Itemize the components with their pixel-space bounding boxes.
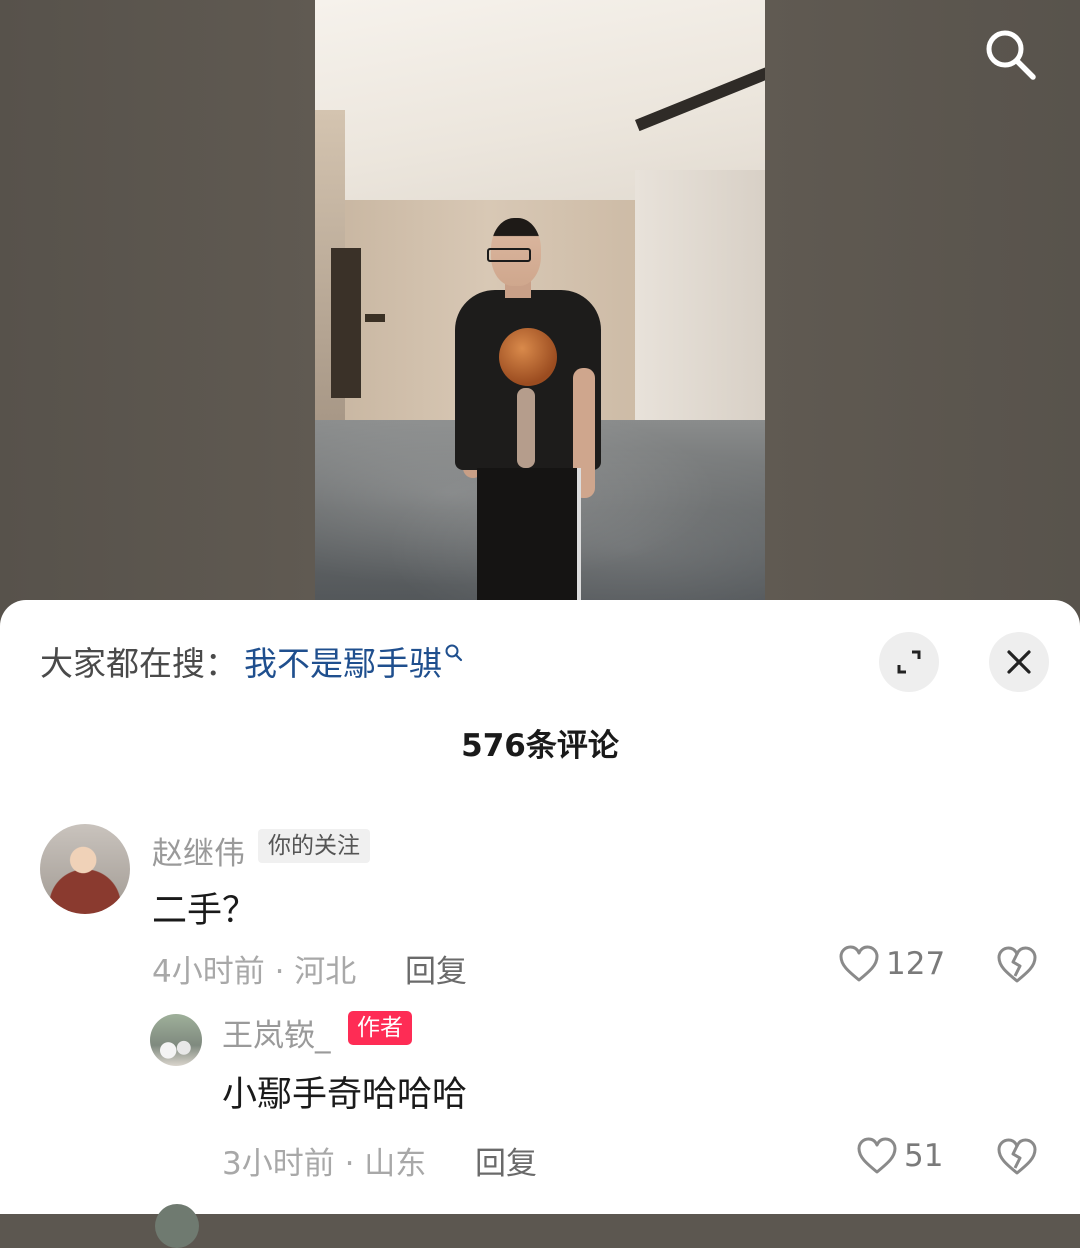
broken-heart-icon[interactable] [996, 944, 1038, 986]
hot-search-term-link[interactable]: 我不是鄢手骐 [244, 637, 442, 685]
broken-heart-icon[interactable] [996, 1136, 1038, 1178]
close-button[interactable] [989, 632, 1049, 692]
hand-print [517, 388, 535, 468]
pants-stripe [577, 468, 581, 602]
expand-button[interactable] [879, 632, 939, 692]
hot-search-bar: 大家都在搜： 我不是鄢手骐 [40, 637, 464, 685]
like-button[interactable]: 127 [838, 944, 945, 984]
comment-username[interactable]: 赵继伟 [152, 828, 245, 873]
comment-count: 576条评论 [461, 728, 619, 764]
video-frame[interactable] [315, 0, 765, 602]
basketball-print [499, 328, 557, 386]
following-badge: 你的关注 [258, 829, 370, 863]
search-icon[interactable] [444, 643, 464, 663]
comment-time-location: 3小时前 · 山东 [222, 1146, 427, 1182]
comment-time-location: 4小时前 · 河北 [152, 954, 357, 990]
search-icon[interactable] [983, 27, 1037, 81]
comment-username[interactable]: 王岚嵚_ [222, 1010, 331, 1055]
comment-text: 二手？ [152, 891, 258, 931]
heart-icon [857, 1137, 897, 1174]
reply-button[interactable]: 回复 [475, 1138, 537, 1183]
avatar[interactable] [150, 1014, 202, 1066]
hot-search-label: 大家都在搜： [40, 644, 238, 683]
avatar[interactable] [155, 1204, 199, 1248]
glasses [487, 248, 531, 262]
heart-icon [839, 945, 879, 982]
author-badge: 作者 [348, 1011, 412, 1045]
close-icon [1007, 650, 1031, 674]
like-count: 51 [904, 1138, 944, 1174]
avatar[interactable] [40, 824, 130, 914]
pants [477, 468, 581, 602]
person-figure [455, 218, 615, 602]
comment-text: 小鄢手奇哈哈哈 [222, 1075, 468, 1115]
reply-button[interactable]: 回复 [405, 946, 467, 991]
room-sign [365, 314, 385, 322]
door [331, 248, 361, 398]
expand-icon [897, 650, 921, 674]
like-count: 127 [886, 946, 946, 982]
comments-sheet: 大家都在搜： 我不是鄢手骐 576条评论 赵继伟 你的关注 二手？ 4小时前 ·… [0, 600, 1080, 1214]
like-button[interactable]: 51 [856, 1136, 943, 1176]
